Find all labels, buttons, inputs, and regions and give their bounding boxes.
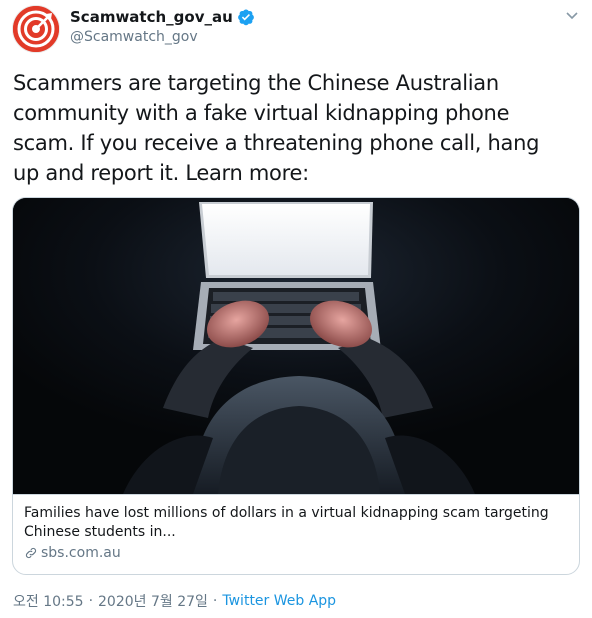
card-title[interactable]: Families have lost millions of dollars i… [24, 504, 568, 542]
tweet-meta: 오전 10:55 · 2020년 7월 27일 · Twitter Web Ap… [13, 591, 336, 611]
card-domain: sbs.com.au [41, 545, 121, 561]
target-logo-icon [13, 6, 59, 52]
tweet-text: Scammers are targeting the Chinese Austr… [13, 71, 540, 185]
user-name-row[interactable]: Scamwatch_gov_au [70, 8, 255, 26]
meta-separator: · [212, 593, 218, 609]
link-preview-card[interactable]: Families have lost millions of dollars i… [12, 197, 580, 575]
meta-separator: · [88, 593, 94, 609]
user-handle[interactable]: @Scamwatch_gov [70, 29, 198, 45]
verified-badge-icon [237, 9, 254, 26]
display-name[interactable]: Scamwatch_gov_au [70, 8, 233, 26]
avatar[interactable] [12, 5, 60, 53]
tweet-card: Scamwatch_gov_au @Scamwatch_gov Scammers… [0, 0, 592, 618]
hooded-hacker-laptop-image [13, 198, 579, 494]
card-body[interactable]: Families have lost millions of dollars i… [13, 494, 579, 574]
chevron-down-icon[interactable] [562, 6, 582, 26]
card-domain-row[interactable]: sbs.com.au [24, 545, 568, 561]
card-image[interactable] [13, 198, 579, 494]
tweet-source[interactable]: Twitter Web App [222, 593, 336, 609]
link-icon [25, 547, 37, 559]
tweet-time[interactable]: 오전 10:55 [13, 591, 84, 611]
tweet-date[interactable]: 2020년 7월 27일 [98, 591, 208, 611]
